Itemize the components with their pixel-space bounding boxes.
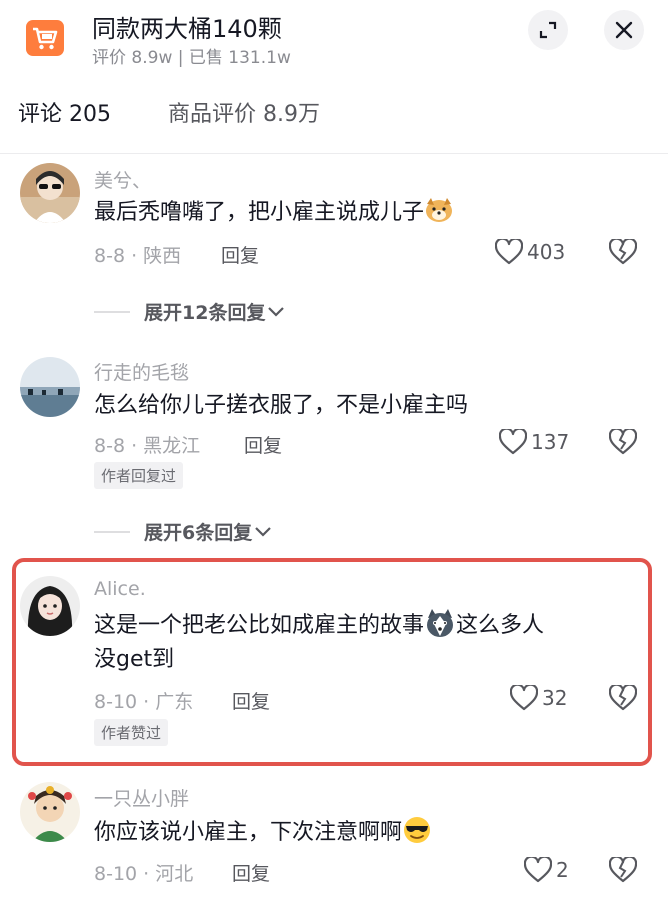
comment-meta: 8-10 · 广东 <box>94 691 194 713</box>
like-count: 2 <box>556 858 569 882</box>
comment-text-line2: 没get到 <box>94 647 175 672</box>
chevron-down-icon <box>255 526 272 537</box>
expand-replies-label: 展开6条回复 <box>144 522 253 544</box>
reply-button[interactable]: 回复 <box>232 687 270 714</box>
comment-username[interactable]: Alice. <box>94 578 146 600</box>
like-count: 403 <box>527 240 566 264</box>
sunglasses-emoji-icon <box>404 817 431 843</box>
expand-replies-button[interactable]: 展开6条回复 <box>94 518 272 545</box>
dislike-button[interactable] <box>608 855 638 887</box>
close-button[interactable] <box>604 10 644 50</box>
comment-text: 怎么给你儿子搓衣服了，不是小雇主吗 <box>94 393 469 418</box>
tab-comments[interactable]: 评论 205 <box>18 96 111 128</box>
like-count: 137 <box>531 430 570 454</box>
product-title: 同款两大桶140颗 <box>92 15 282 43</box>
comment-text-content: 最后秃噜嘴了，把小雇主说成儿子 <box>94 200 425 225</box>
chevron-down-icon <box>268 306 285 317</box>
like-button[interactable]: 2 <box>523 855 569 883</box>
comment-username[interactable]: 美兮、 <box>94 166 151 193</box>
shop-cart-button[interactable] <box>26 20 64 56</box>
broken-heart-icon <box>608 237 638 265</box>
expand-replies-label: 展开12条回复 <box>144 302 266 324</box>
author-liked-badge: 作者赞过 <box>94 719 169 746</box>
dislike-button[interactable] <box>608 683 638 715</box>
comment-text: 最后秃噜嘴了，把小雇主说成儿子 <box>94 196 454 230</box>
dislike-button[interactable] <box>608 427 638 459</box>
expand-divider <box>94 530 130 533</box>
dog-emoji-icon <box>426 198 453 222</box>
broken-heart-icon <box>608 427 638 455</box>
comment-meta: 8-8 · 黑龙江 <box>94 435 201 457</box>
husky-emoji-icon <box>427 609 454 637</box>
comment-text: 这是一个把老公比如成雇主的故事 这么多人 没get到 <box>94 608 634 677</box>
tab-divider <box>0 153 668 154</box>
heart-icon <box>498 427 528 455</box>
comment-text-line1: 这是一个把老公比如成雇主的故事 <box>94 613 425 638</box>
like-button[interactable]: 403 <box>494 237 566 265</box>
shopping-cart-icon <box>33 27 58 50</box>
broken-heart-icon <box>608 683 638 711</box>
avatar[interactable] <box>20 163 80 223</box>
reply-button[interactable]: 回复 <box>232 859 270 886</box>
comment-meta: 8-10 · 河北 <box>94 863 194 885</box>
comment-username[interactable]: 行走的毛毯 <box>94 358 189 385</box>
author-replied-badge: 作者回复过 <box>94 462 184 489</box>
close-icon <box>615 21 633 39</box>
tab-product-reviews[interactable]: 商品评价 8.9万 <box>168 96 320 128</box>
comment-meta: 8-8 · 陕西 <box>94 245 182 267</box>
dislike-button[interactable] <box>608 237 638 269</box>
reply-button[interactable]: 回复 <box>244 431 282 458</box>
expand-button[interactable] <box>528 10 568 50</box>
product-stats: 评价 8.9w | 已售 131.1w <box>92 48 291 68</box>
like-button[interactable]: 137 <box>498 427 570 455</box>
expand-divider <box>94 310 130 313</box>
heart-icon <box>494 237 524 265</box>
like-button[interactable]: 32 <box>509 683 568 711</box>
comment-text-line1-after: 这么多人 <box>456 613 545 638</box>
reply-button[interactable]: 回复 <box>221 241 259 268</box>
avatar[interactable] <box>20 576 80 636</box>
comment-text: 你应该说小雇主，下次注意啊啊 <box>94 815 432 850</box>
comment-text-content: 你应该说小雇主，下次注意啊啊 <box>94 820 403 845</box>
expand-icon <box>539 21 557 39</box>
avatar[interactable] <box>20 782 80 842</box>
heart-icon <box>523 855 553 883</box>
comment-username[interactable]: 一只丛小胖 <box>94 784 189 811</box>
avatar[interactable] <box>20 357 80 417</box>
like-count: 32 <box>542 686 568 710</box>
broken-heart-icon <box>608 855 638 883</box>
heart-icon <box>509 683 539 711</box>
expand-replies-button[interactable]: 展开12条回复 <box>94 298 285 325</box>
